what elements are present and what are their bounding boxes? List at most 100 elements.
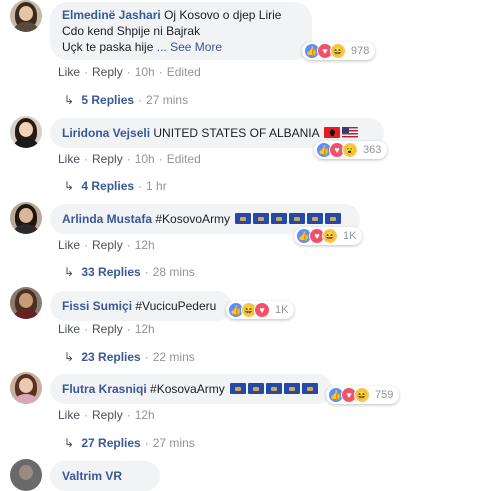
view-replies-link[interactable]: ↳ 23 Replies · 22 mins	[64, 350, 195, 364]
replies-count[interactable]: 5 Replies	[81, 93, 134, 107]
separator: ·	[126, 238, 131, 252]
reactions-summary[interactable]: 👍 ♥ 😆 759	[326, 386, 400, 404]
kosovo-flag-icon	[325, 213, 342, 224]
like-button[interactable]: Like	[58, 238, 80, 252]
like-button[interactable]: Like	[58, 65, 80, 79]
like-button[interactable]: Like	[58, 322, 80, 336]
commenter-name[interactable]: Arlinda Mustafa	[62, 212, 152, 226]
kosovo-flag-icon	[266, 383, 283, 394]
view-replies-link[interactable]: ↳ 4 Replies · 1 hr	[64, 179, 167, 193]
replies-time: 1 hr	[146, 179, 167, 193]
reply-button[interactable]: Reply	[92, 322, 123, 336]
replies-count[interactable]: 27 Replies	[81, 436, 140, 450]
comment-text: Oj Kosovo o djep Lirie	[164, 8, 282, 22]
albania-flag-icon	[324, 127, 341, 138]
separator: ·	[144, 350, 149, 364]
comment-text: #KosovaArmy	[150, 382, 225, 396]
replies-time: 22 mins	[152, 350, 195, 364]
timestamp[interactable]: 12h	[135, 322, 155, 336]
comment-text: UNITED STATES OF ALBANIA	[153, 126, 319, 140]
reactions-summary[interactable]: 👍 ♥ 😮 363	[314, 141, 388, 159]
separator: ·	[126, 322, 131, 336]
comment-actions: Like · Reply · 10h · Edited	[58, 65, 201, 79]
timestamp[interactable]: 10h	[135, 65, 155, 79]
comment-item: Liridona Vejseli UNITED STATES OF ALBANI…	[0, 116, 496, 196]
haha-icon: 😆	[322, 228, 338, 244]
separator: ·	[138, 93, 143, 107]
commenter-name[interactable]: Liridona Vejseli	[62, 126, 150, 140]
reactions-summary[interactable]: 👍 ♥ 😆 978	[302, 42, 376, 60]
separator: ·	[84, 238, 89, 252]
wow-icon: 😮	[342, 142, 358, 158]
commenter-name[interactable]: Fissi Sumiçi	[62, 299, 132, 313]
separator: ·	[144, 265, 149, 279]
kosovo-flag-icon	[307, 213, 324, 224]
reply-arrow-icon: ↳	[64, 93, 75, 107]
kosovo-flag-icon	[235, 213, 252, 224]
separator: ·	[144, 436, 149, 450]
avatar[interactable]	[10, 287, 42, 319]
view-replies-link[interactable]: ↳ 33 Replies · 28 mins	[64, 265, 195, 279]
avatar[interactable]	[10, 202, 42, 234]
kosovo-flag-icon	[271, 213, 288, 224]
comment-item: Elmedinë Jashari Oj Kosovo o djep Lirie …	[0, 0, 496, 107]
separator: ·	[84, 152, 89, 166]
reply-button[interactable]: Reply	[92, 65, 123, 79]
avatar[interactable]	[10, 0, 42, 32]
see-more-link[interactable]: ... See More	[157, 40, 222, 54]
commenter-name[interactable]: Valtrim VR	[62, 469, 122, 483]
haha-icon: 😆	[330, 43, 346, 59]
reply-button[interactable]: Reply	[92, 408, 123, 422]
view-replies-link[interactable]: ↳ 5 Replies · 27 mins	[64, 93, 188, 107]
reply-button[interactable]: Reply	[92, 152, 123, 166]
reply-button[interactable]: Reply	[92, 238, 123, 252]
separator: ·	[84, 65, 89, 79]
edited-label[interactable]: Edited	[167, 65, 201, 79]
separator: ·	[126, 408, 131, 422]
love-icon: ♥	[254, 302, 270, 318]
reactions-summary[interactable]: 👍 😆 ♥ 1K	[226, 301, 295, 319]
comment-text: #VucicuPederu	[135, 299, 217, 313]
comment-item: Valtrim VR	[0, 459, 496, 491]
reply-arrow-icon: ↳	[64, 179, 75, 193]
reaction-count: 978	[351, 45, 370, 57]
like-button[interactable]: Like	[58, 408, 80, 422]
reaction-count: 363	[363, 144, 382, 156]
commenter-name[interactable]: Elmedinë Jashari	[62, 8, 161, 22]
reply-arrow-icon: ↳	[64, 350, 75, 364]
like-button[interactable]: Like	[58, 152, 80, 166]
replies-count[interactable]: 33 Replies	[81, 265, 140, 279]
replies-count[interactable]: 4 Replies	[81, 179, 134, 193]
comment-text: Uçk te paska hije	[62, 40, 154, 54]
avatar[interactable]	[10, 459, 42, 491]
separator: ·	[158, 65, 163, 79]
reaction-count: 759	[375, 389, 394, 401]
replies-time: 27 mins	[146, 93, 189, 107]
replies-time: 27 mins	[152, 436, 195, 450]
kosovo-flag-icon	[253, 213, 270, 224]
commenter-name[interactable]: Flutra Krasniqi	[62, 382, 147, 396]
avatar[interactable]	[10, 372, 42, 404]
kosovo-flag-icon	[248, 383, 265, 394]
comment-actions: Like · Reply · 10h · Edited	[58, 152, 201, 166]
timestamp[interactable]: 12h	[135, 238, 155, 252]
comment-bubble: Elmedinë Jashari Oj Kosovo o djep Lirie …	[50, 2, 312, 60]
usa-flag-icon	[342, 127, 359, 138]
reply-arrow-icon: ↳	[64, 265, 75, 279]
edited-label[interactable]: Edited	[167, 152, 201, 166]
haha-icon: 😆	[354, 387, 370, 403]
comment-item: Arlinda Mustafa #KosovoArmy 👍 ♥ 😆 1K Lik…	[0, 202, 496, 282]
replies-count[interactable]: 23 Replies	[81, 350, 140, 364]
view-replies-link[interactable]: ↳ 27 Replies · 27 mins	[64, 436, 195, 450]
comment-text: Cdo kend Shpije ni Bajrak	[62, 24, 201, 38]
reactions-summary[interactable]: 👍 ♥ 😆 1K	[294, 227, 363, 245]
kosovo-flag-icon	[230, 383, 247, 394]
separator: ·	[158, 152, 163, 166]
comment-actions: Like · Reply · 12h	[58, 238, 155, 252]
reply-arrow-icon: ↳	[64, 436, 75, 450]
timestamp[interactable]: 10h	[135, 152, 155, 166]
comment-item: Fissi Sumiçi #VucicuPederu 👍 😆 ♥ 1K Like…	[0, 287, 496, 367]
avatar[interactable]	[10, 116, 42, 148]
timestamp[interactable]: 12h	[135, 408, 155, 422]
comment-actions: Like · Reply · 12h	[58, 322, 155, 336]
